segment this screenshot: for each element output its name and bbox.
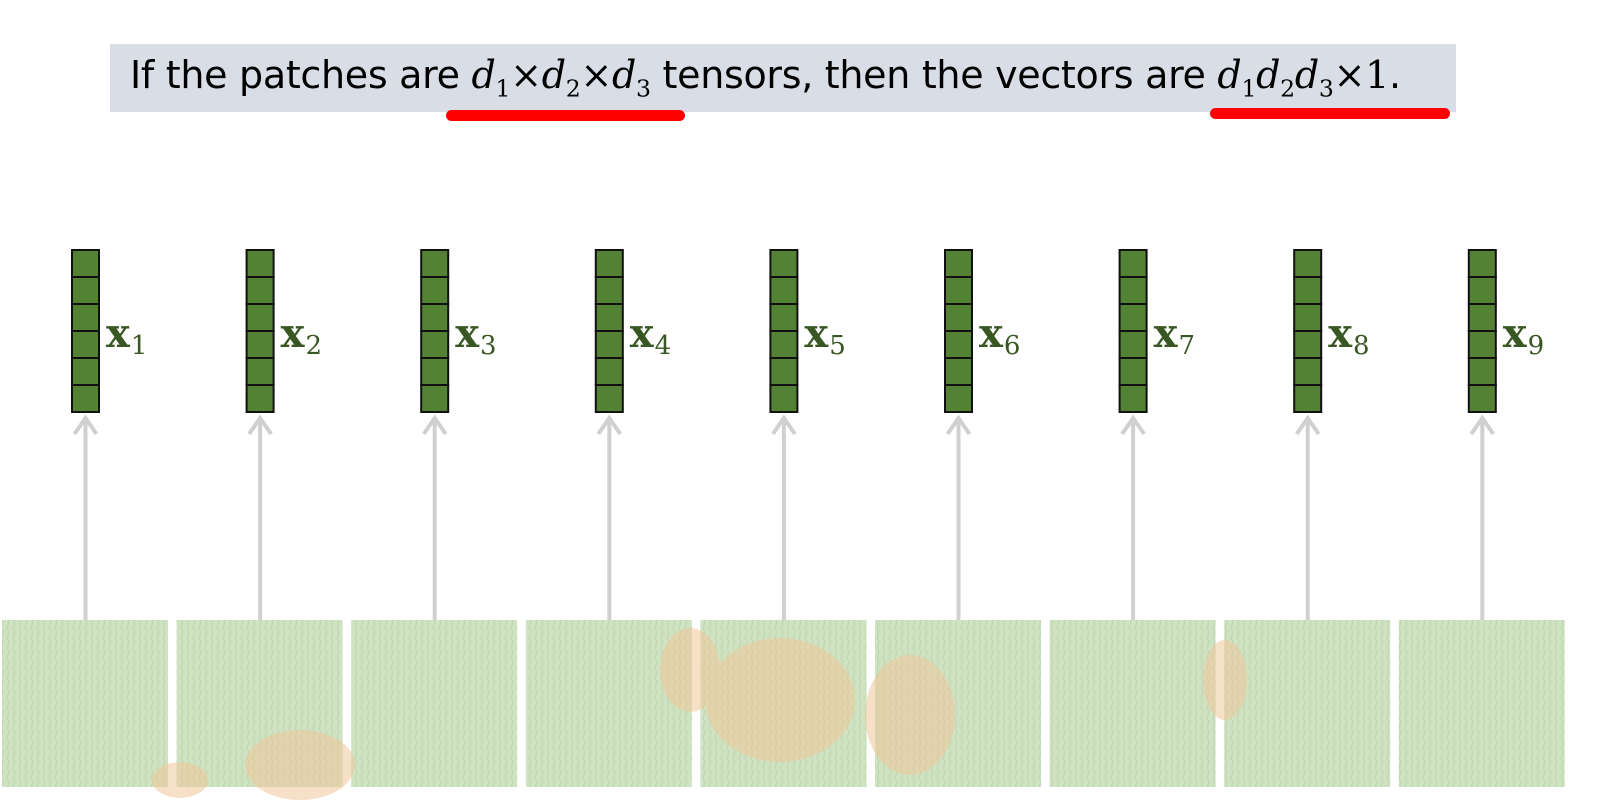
vector-x9: x9 (1467, 249, 1544, 413)
vector-x2: x2 (245, 249, 322, 413)
vector-label-5: x5 (804, 310, 845, 361)
arrow-8 (1295, 414, 1321, 620)
arrow-3 (422, 414, 448, 620)
vector-x4: x4 (594, 249, 671, 413)
vector-label-4: x4 (630, 310, 671, 361)
vector-x7: x7 (1118, 249, 1195, 413)
arrow-2 (247, 414, 273, 620)
vector-x3: x3 (420, 249, 497, 413)
arrow-5 (771, 414, 797, 620)
image-patch-3 (351, 620, 518, 787)
image-patch-1 (2, 620, 168, 787)
vector-label-6: x6 (979, 310, 1020, 361)
image-patch-9 (1398, 620, 1565, 787)
vector-label-9: x9 (1503, 310, 1544, 361)
vector-x6: x6 (944, 249, 1020, 413)
image-patch-8 (1224, 620, 1391, 787)
vector-label-2: x2 (281, 310, 322, 361)
arrow-4 (596, 414, 622, 620)
vector-label-3: x3 (455, 310, 496, 361)
vector-label-7: x7 (1154, 310, 1195, 361)
vector-label-8: x8 (1328, 310, 1369, 361)
arrow-7 (1120, 414, 1146, 620)
patch-to-vector-diagram: x1 x2 x3 x4 x5 x6 x7 x8 x9 (2, 249, 1565, 800)
arrow-6 (945, 414, 972, 620)
vector-label-1: x1 (106, 310, 147, 361)
vector-x8: x8 (1293, 249, 1370, 413)
arrow-9 (1469, 414, 1495, 620)
vector-x1: x1 (71, 249, 147, 413)
image-patch-7 (1049, 620, 1216, 787)
arrow-1 (72, 414, 99, 620)
vector-x5: x5 (769, 249, 846, 413)
